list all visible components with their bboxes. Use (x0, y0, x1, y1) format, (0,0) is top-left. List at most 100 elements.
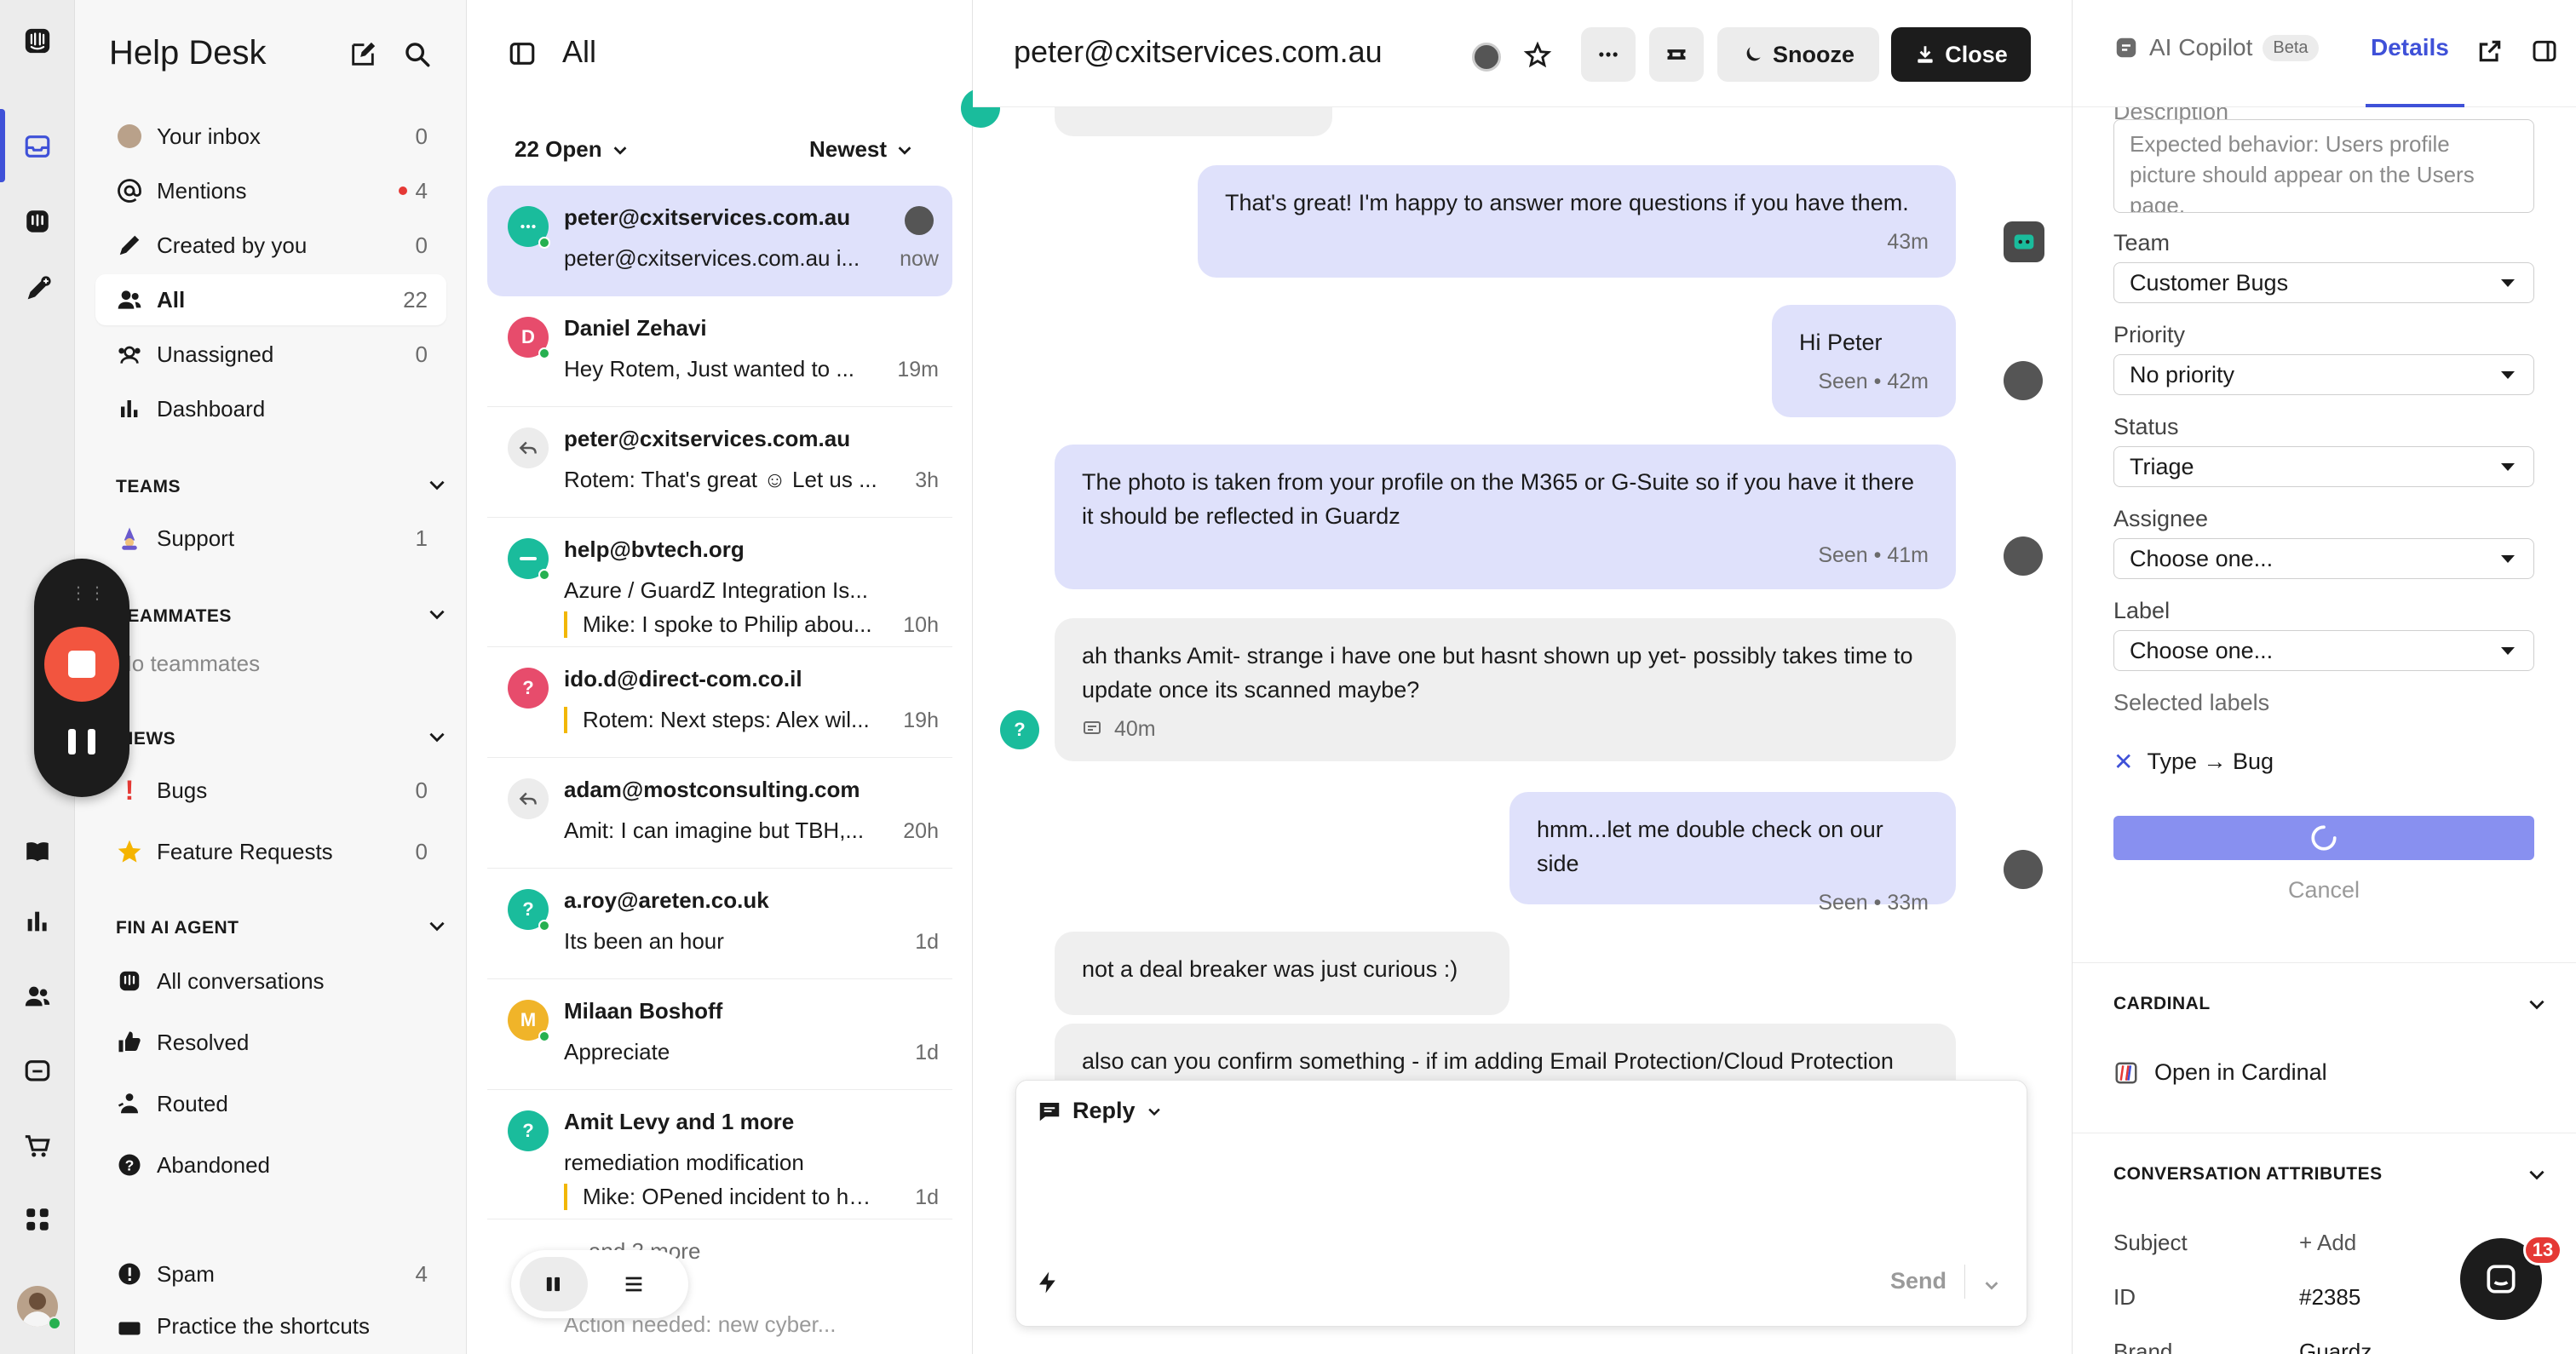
sidebar-item-label: Mentions (157, 177, 247, 204)
close-conversation-button[interactable]: Close (1891, 27, 2031, 82)
sidebar-item-all-conversations[interactable]: All conversations (95, 955, 446, 1007)
section-title: CONVERSATION ATTRIBUTES (2113, 1164, 2383, 1184)
conversation-item[interactable]: peter@cxitservices.com.au Rotem: That's … (487, 407, 952, 518)
message-text: ah thanks Amit- strange i have one but h… (1082, 643, 1913, 703)
attributes-section-header[interactable]: CONVERSATION ATTRIBUTES (2113, 1163, 2548, 1185)
reports-icon[interactable] (19, 903, 56, 940)
search-icon[interactable] (400, 37, 434, 72)
cancel-button[interactable]: Cancel (2113, 877, 2534, 904)
teammates-section-header[interactable]: TEAMMATES (116, 603, 448, 630)
caret-down-icon (2501, 463, 2515, 471)
tab-details[interactable]: Details (2371, 34, 2449, 61)
knowledge-icon[interactable] (19, 833, 56, 870)
sidebar-item-all[interactable]: All 22 (95, 274, 446, 325)
label-select[interactable]: Choose one... (2113, 630, 2534, 671)
send-button[interactable]: Send (1890, 1268, 1946, 1294)
apps-icon[interactable] (19, 1201, 56, 1238)
reply-composer[interactable]: Reply Send (1015, 1080, 2027, 1327)
conversation-item[interactable]: ? ido.d@direct-com.co.il Rotem: Next ste… (487, 647, 952, 758)
star-icon[interactable] (1523, 41, 1552, 76)
send-options-chevron-icon[interactable] (1982, 1273, 2001, 1300)
assignee-avatar[interactable] (1472, 43, 1501, 72)
messenger-icon[interactable] (19, 1053, 56, 1090)
conversation-avatar: M (508, 1000, 550, 1042)
reply-mode-dropdown[interactable]: Reply (1037, 1098, 1163, 1124)
fin-agent-icon[interactable] (19, 203, 56, 240)
message-text: not a deal breaker was just curious :) (1082, 956, 1458, 982)
conversation-item[interactable]: D Daniel Zehavi Hey Rotem, Just wanted t… (487, 296, 952, 407)
ticket-icon (1667, 49, 1686, 60)
inbox-icon[interactable] (19, 128, 56, 165)
priority-select[interactable]: No priority (2113, 354, 2534, 395)
conversation-name: a.roy@areten.co.uk (564, 887, 769, 913)
open-in-cardinal-link[interactable]: Open in Cardinal (2113, 1059, 2327, 1086)
conversation-item[interactable]: adam@mostconsulting.com Amit: I can imag… (487, 758, 952, 869)
sort-dropdown[interactable]: Newest (809, 136, 914, 163)
reply-arrow-icon (508, 427, 549, 468)
conversation-note-preview: Mike: I spoke to Philip abou... (564, 611, 879, 638)
toggle-sidebar-icon[interactable] (508, 39, 537, 74)
pencil-icon (114, 230, 145, 261)
message-bubble-incoming: ah thanks Amit- strange i have one but h… (1055, 618, 1956, 761)
assignee-label: Assignee (2113, 506, 2209, 531)
message-text: The photo is taken from your profile on … (1082, 469, 1915, 529)
views-section-header[interactable]: VIEWS (116, 726, 448, 753)
status-select[interactable]: Triage (2113, 446, 2534, 487)
ticket-button[interactable] (1649, 27, 1704, 82)
screen-recorder-widget[interactable]: ⋮⋮ (34, 559, 129, 797)
contacts-icon[interactable] (19, 978, 56, 1015)
assignee-select[interactable]: Choose one... (2113, 538, 2534, 579)
lightning-icon[interactable] (1035, 1270, 1061, 1301)
unread-dot (398, 186, 407, 195)
more-options-button[interactable] (1581, 27, 1636, 82)
split-view-button[interactable] (520, 1257, 588, 1311)
conversation-item[interactable]: ? a.roy@areten.co.uk Its been an hour 1d (487, 869, 952, 979)
sidebar-item-routed[interactable]: Routed (95, 1078, 446, 1129)
external-link-icon[interactable] (2476, 37, 2504, 71)
conversation-item[interactable]: help@bvtech.org Azure / GuardZ Integrati… (487, 518, 952, 647)
remove-label-icon[interactable]: ✕ (2113, 748, 2133, 776)
agent-avatar (2004, 850, 2043, 889)
sidebar-item-dashboard[interactable]: Dashboard (95, 383, 446, 434)
description-textarea[interactable]: Expected behavior: Users profile picture… (2113, 119, 2534, 213)
team-select[interactable]: Customer Bugs (2113, 262, 2534, 303)
fin-section-header[interactable]: FIN AI AGENT (116, 915, 448, 942)
sidebar-item-support[interactable]: Support 1 (95, 513, 446, 564)
snooze-button[interactable]: Snooze (1717, 27, 1879, 82)
toggle-panel-icon[interactable] (2531, 37, 2558, 71)
conversation-header: peter@cxitservices.com.au Snooze Close (973, 0, 2072, 107)
teams-section-header[interactable]: TEAMS (116, 473, 448, 501)
sidebar-item-mentions[interactable]: Mentions 4 (95, 165, 446, 216)
message-meta: Seen • 33m (1818, 891, 1929, 915)
intercom-logo-icon[interactable] (19, 22, 56, 60)
no-teammates-text: No teammates (116, 651, 261, 676)
outbound-icon[interactable] (19, 271, 56, 308)
status-filter-dropdown[interactable]: 22 Open (515, 136, 630, 163)
conversation-item[interactable]: ? Amit Levy and 1 more remediation modif… (487, 1090, 952, 1219)
sidebar-item-shortcuts[interactable]: Practice the shortcuts (114, 1313, 370, 1344)
sidebar-item-abandoned[interactable]: ? Abandoned (95, 1139, 446, 1190)
conversation-note-preview: Mike: OPened incident to ha... (564, 1184, 879, 1210)
conversation-item[interactable]: peter@cxitservices.com.au peter@cxitserv… (487, 186, 952, 296)
tab-ai-copilot[interactable]: AI Copilot Beta (2113, 34, 2319, 61)
conversation-item[interactable]: M Milaan Boshoff Appreciate 1d (487, 979, 952, 1090)
pause-recording-button[interactable] (68, 729, 95, 763)
sidebar-item-spam[interactable]: Spam 4 (95, 1248, 446, 1299)
sidebar-item-label: Practice the shortcuts (157, 1313, 370, 1339)
sidebar-item-bugs[interactable]: ! Bugs 0 (95, 765, 446, 816)
sidebar-item-unassigned[interactable]: Unassigned 0 (95, 329, 446, 380)
drag-handle-icon[interactable]: ⋮⋮ (70, 582, 107, 604)
chevron-down-icon (1147, 1108, 1160, 1116)
sidebar-item-resolved[interactable]: Resolved (95, 1017, 446, 1068)
sidebar-item-your-inbox[interactable]: Your inbox 0 (95, 111, 446, 162)
sidebar-item-feature-requests[interactable]: Feature Requests 0 (95, 826, 446, 877)
save-button-loading[interactable] (2113, 816, 2534, 860)
attr-subject-add[interactable]: + Add (2299, 1230, 2356, 1256)
sidebar-item-created-by-you[interactable]: Created by you 0 (95, 220, 446, 271)
cart-icon[interactable] (19, 1127, 56, 1165)
compose-icon[interactable] (346, 37, 380, 72)
stop-recording-button[interactable] (44, 627, 119, 702)
cardinal-section-header[interactable]: CARDINAL (2113, 993, 2548, 1015)
chevron-down-icon (2529, 1000, 2544, 1010)
list-view-button[interactable] (600, 1257, 668, 1311)
